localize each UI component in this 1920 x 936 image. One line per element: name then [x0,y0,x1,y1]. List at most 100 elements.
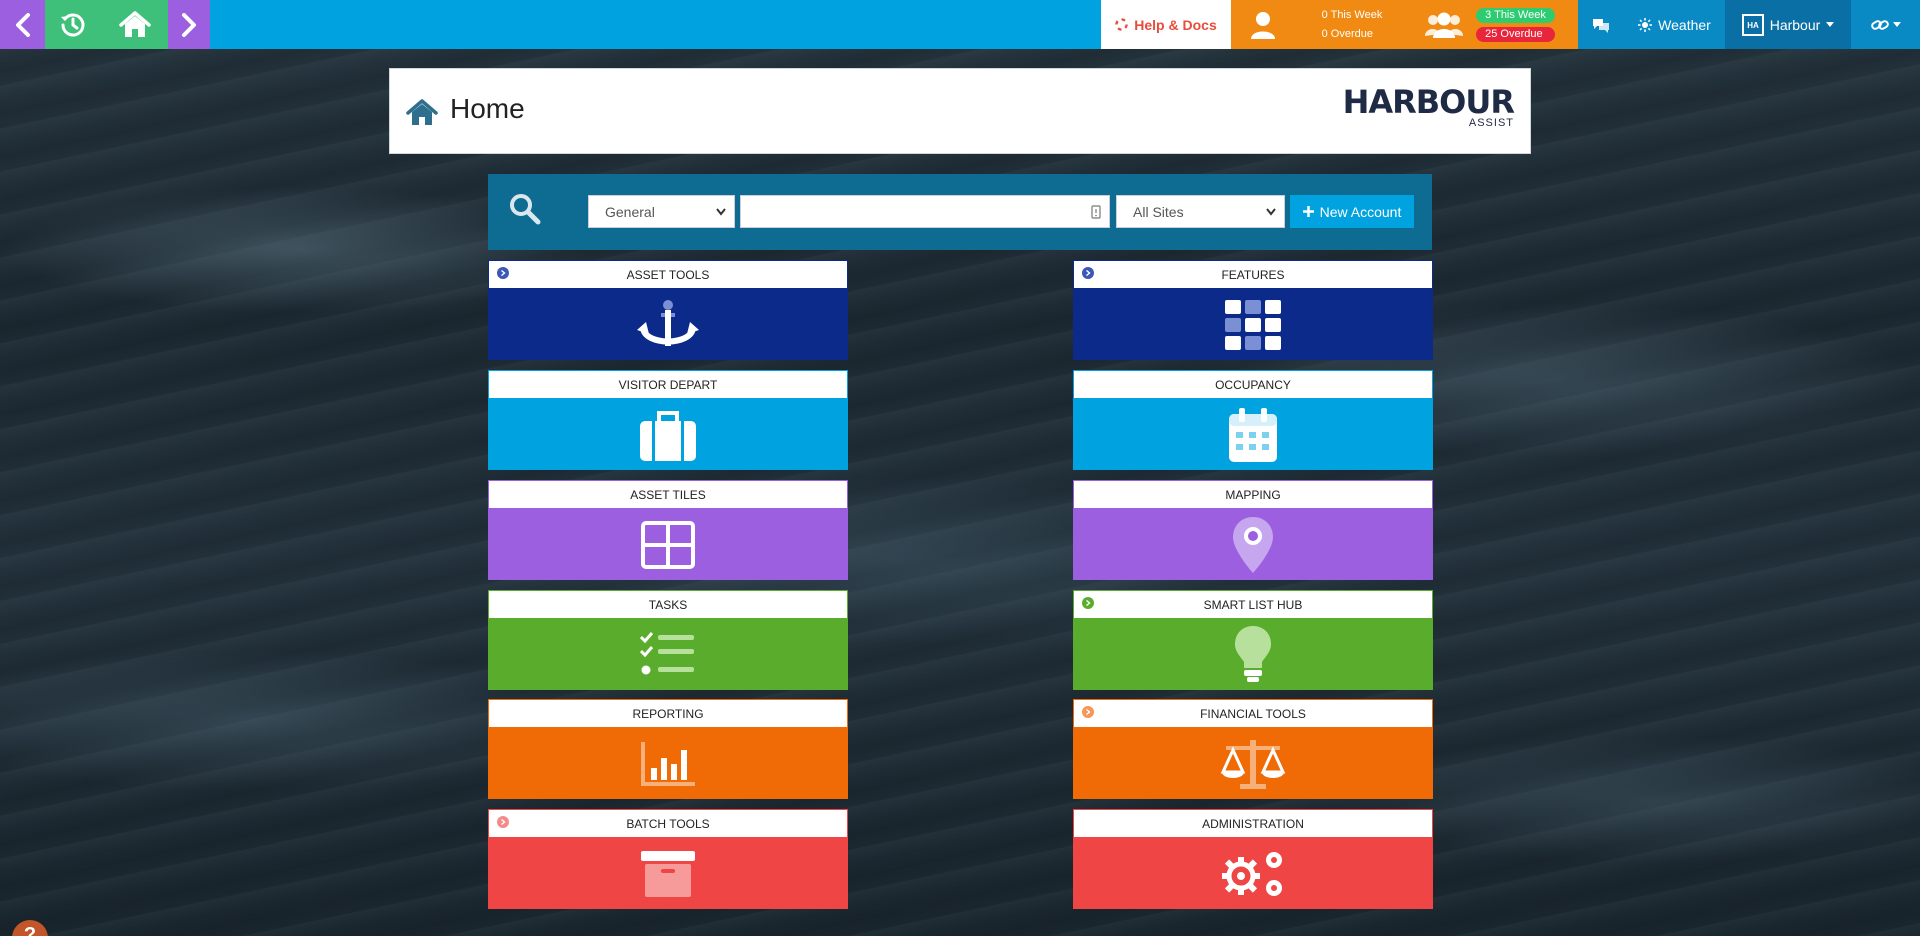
tile-header: TASKS [488,590,848,619]
suitcase-icon [640,410,696,461]
site-select[interactable]: All Sites [1116,195,1285,228]
tile-body [1073,289,1433,360]
tile-header: VISITOR DEPART [488,370,848,399]
sun-icon [1638,17,1653,32]
links-menu[interactable] [1851,0,1920,49]
link-icon [1870,19,1889,30]
tile-smart-list-hub[interactable]: SMART LIST HUB [1073,590,1433,690]
harbour-logo-icon: HA [1741,13,1764,36]
site-select-value: All Sites [1133,203,1184,220]
tile-mapping[interactable]: MAPPING [1073,480,1433,580]
search-type-select[interactable]: General [588,195,735,228]
forward-button[interactable] [168,0,210,49]
tile-body [1073,619,1433,690]
expand-badge-icon[interactable] [1082,267,1094,279]
home-button[interactable] [101,0,168,49]
search-bar: General All Sites New Account [488,174,1432,250]
chevron-down-icon [1892,22,1901,27]
tile-asset-tools[interactable]: ASSET TOOLS [488,260,848,360]
tile-reporting[interactable]: REPORTING [488,699,848,799]
tile-body [488,399,848,470]
map-pin-icon [1233,516,1273,573]
expand-badge-icon[interactable] [1082,706,1094,718]
tile-body [1073,728,1433,799]
expand-badge-icon[interactable] [497,267,509,279]
history-button[interactable] [45,0,101,49]
help-docs-label: Help & Docs [1134,16,1217,33]
tile-label: REPORTING [632,706,704,721]
chevron-down-icon [1826,22,1835,27]
plus-icon [1302,206,1314,217]
lightbulb-icon [1235,625,1271,682]
tasks-this-week: 0 This Week [1321,8,1383,21]
tile-label: ASSET TOOLS [626,267,710,282]
tile-visitor-depart[interactable]: VISITOR DEPART [488,370,848,470]
tile-label: FEATURES [1221,267,1285,282]
lifebuoy-icon [1115,18,1129,31]
tile-body [1073,838,1433,909]
page-title: Home [450,93,525,124]
chevron-down-icon [1266,208,1276,216]
user-icon [1250,11,1275,39]
chevron-down-icon [716,208,726,216]
tile-body [488,509,848,580]
new-account-button[interactable]: New Account [1290,195,1414,228]
help-chat-label: ? [23,924,37,936]
archive-box-icon [641,850,695,897]
tile-tasks[interactable]: TASKS [488,590,848,690]
gears-icon [1222,851,1282,896]
history-icon [61,13,85,36]
help-docs-button[interactable]: Help & Docs [1101,0,1231,49]
new-account-label: New Account [1319,203,1402,220]
users-icon [1425,12,1464,38]
tile-label: BATCH TOOLS [626,816,710,831]
expand-badge-icon[interactable] [497,816,509,828]
tile-financial-tools[interactable]: FINANCIAL TOOLS [1073,699,1433,799]
tile-body [488,619,848,690]
help-chat-button[interactable]: ? [12,920,48,936]
home-icon [118,10,151,37]
tile-label: ADMINISTRATION [1202,816,1304,831]
tile-header: ASSET TOOLS [488,260,848,289]
svg-text:HA: HA [1747,21,1759,30]
tile-asset-tiles[interactable]: ASSET TILES [488,480,848,580]
tile-administration[interactable]: ADMINISTRATION [1073,809,1433,909]
top-navbar: Help & Docs 0 This Week 0 Overdue 3 This… [0,0,1920,49]
visits-this-week-badge: 3 This Week [1476,7,1555,23]
harbour-menu[interactable]: HA Harbour [1725,0,1851,49]
scales-icon [1220,739,1286,789]
tile-occupancy[interactable]: OCCUPANCY [1073,370,1433,470]
expand-badge-icon[interactable] [1082,597,1094,609]
search-icon [510,194,541,225]
visits-overdue-badge: 25 Overdue [1476,26,1555,42]
harbour-assist-logo: HARBOUR ASSIST [1342,83,1515,129]
search-input[interactable] [741,196,1071,227]
page-header: Home HARBOUR ASSIST [389,68,1531,154]
chevron-right-icon [182,12,196,37]
chevron-left-icon [15,12,30,37]
tile-body [1073,399,1433,470]
logo-word: HARBOUR [1342,83,1515,121]
search-type-value: General [605,203,655,220]
back-button[interactable] [0,0,45,49]
weather-label: Weather [1658,16,1711,33]
tile-features[interactable]: FEATURES [1073,260,1433,360]
team-tasks-summary[interactable]: 3 This Week 25 Overdue [1401,0,1578,49]
harbour-label: Harbour [1769,16,1821,33]
my-tasks-summary[interactable]: 0 This Week 0 Overdue [1231,0,1401,49]
tile-header: MAPPING [1073,480,1433,509]
tile-label: VISITOR DEPART [618,377,718,392]
calendar-icon [1229,407,1277,462]
tile-header: REPORTING [488,699,848,728]
tile-label: MAPPING [1225,487,1281,502]
tile-header: ASSET TILES [488,480,848,509]
tile-header: FEATURES [1073,260,1433,289]
tile-label: TASKS [648,597,688,612]
tile-header: FINANCIAL TOOLS [1073,699,1433,728]
task-counts: 0 This Week 0 Overdue [1322,6,1383,44]
tile-batch-tools[interactable]: BATCH TOOLS [488,809,848,909]
tile-body [488,289,848,360]
messages-button[interactable] [1578,0,1624,49]
weather-button[interactable]: Weather [1624,0,1725,49]
chat-icon [1593,18,1609,33]
